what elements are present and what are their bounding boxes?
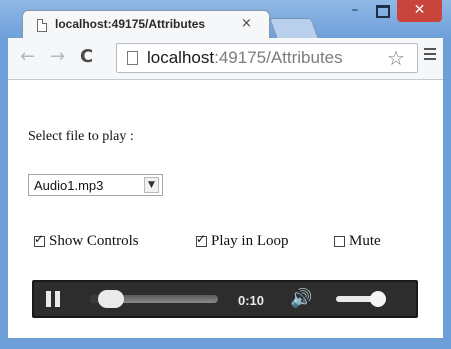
- minimize-button[interactable]: –: [342, 0, 368, 22]
- play-in-loop-checkbox[interactable]: [196, 232, 207, 247]
- file-select-value: Audio1.mp3: [34, 178, 104, 193]
- browser-toolbar: ← → C localhost:49175/Attributes ☆: [8, 38, 443, 80]
- address-bar[interactable]: localhost:49175/Attributes ☆: [116, 43, 418, 73]
- audio-player: 0:10 🔊: [32, 280, 418, 318]
- mute-option[interactable]: Mute: [334, 232, 381, 250]
- new-tab-button[interactable]: [269, 18, 319, 39]
- tab-attributes[interactable]: localhost:49175/Attributes ×: [22, 10, 270, 38]
- select-file-label: Select file to play :: [28, 129, 134, 144]
- show-controls-option[interactable]: Show Controls: [34, 232, 139, 250]
- mute-checkbox[interactable]: [334, 235, 345, 247]
- volume-slider[interactable]: [336, 291, 386, 307]
- current-time: 0:10: [238, 293, 265, 308]
- play-in-loop-option[interactable]: Play in Loop: [196, 232, 289, 250]
- play-in-loop-label: Play in Loop: [211, 232, 289, 249]
- file-select[interactable]: Audio1.mp3 ▼: [28, 174, 163, 196]
- title-bar: localhost:49175/Attributes × – ✕: [0, 0, 451, 39]
- tab-close-icon[interactable]: ×: [241, 16, 252, 31]
- seek-bar[interactable]: [90, 290, 218, 308]
- maximize-icon: [375, 5, 390, 18]
- bookmark-star-icon[interactable]: ☆: [387, 46, 405, 70]
- url-host: localhost: [147, 48, 215, 67]
- url-path: :49175/Attributes: [214, 48, 343, 67]
- volume-icon[interactable]: 🔊: [290, 288, 312, 309]
- page-icon: [127, 51, 138, 65]
- browser-window: localhost:49175/Attributes × – ✕ ← → C l…: [0, 0, 451, 349]
- show-controls-checkbox[interactable]: [34, 232, 45, 247]
- seek-handle[interactable]: [98, 290, 124, 308]
- back-icon[interactable]: ←: [20, 46, 35, 67]
- forward-icon[interactable]: →: [50, 46, 65, 67]
- reload-icon[interactable]: C: [80, 46, 93, 67]
- pause-icon[interactable]: [46, 291, 60, 307]
- mute-label: Mute: [349, 232, 381, 249]
- url-text[interactable]: localhost:49175/Attributes: [147, 48, 369, 68]
- page-icon: [37, 19, 47, 32]
- chevron-down-icon[interactable]: ▼: [144, 177, 159, 193]
- show-controls-label: Show Controls: [49, 232, 139, 249]
- close-button[interactable]: ✕: [397, 0, 442, 22]
- menu-icon[interactable]: [424, 48, 436, 63]
- maximize-button[interactable]: [369, 0, 396, 22]
- page-content: Select file to play : Audio1.mp3 ▼ Show …: [8, 80, 443, 338]
- volume-handle[interactable]: [370, 291, 386, 307]
- tab-title: localhost:49175/Attributes: [55, 17, 235, 31]
